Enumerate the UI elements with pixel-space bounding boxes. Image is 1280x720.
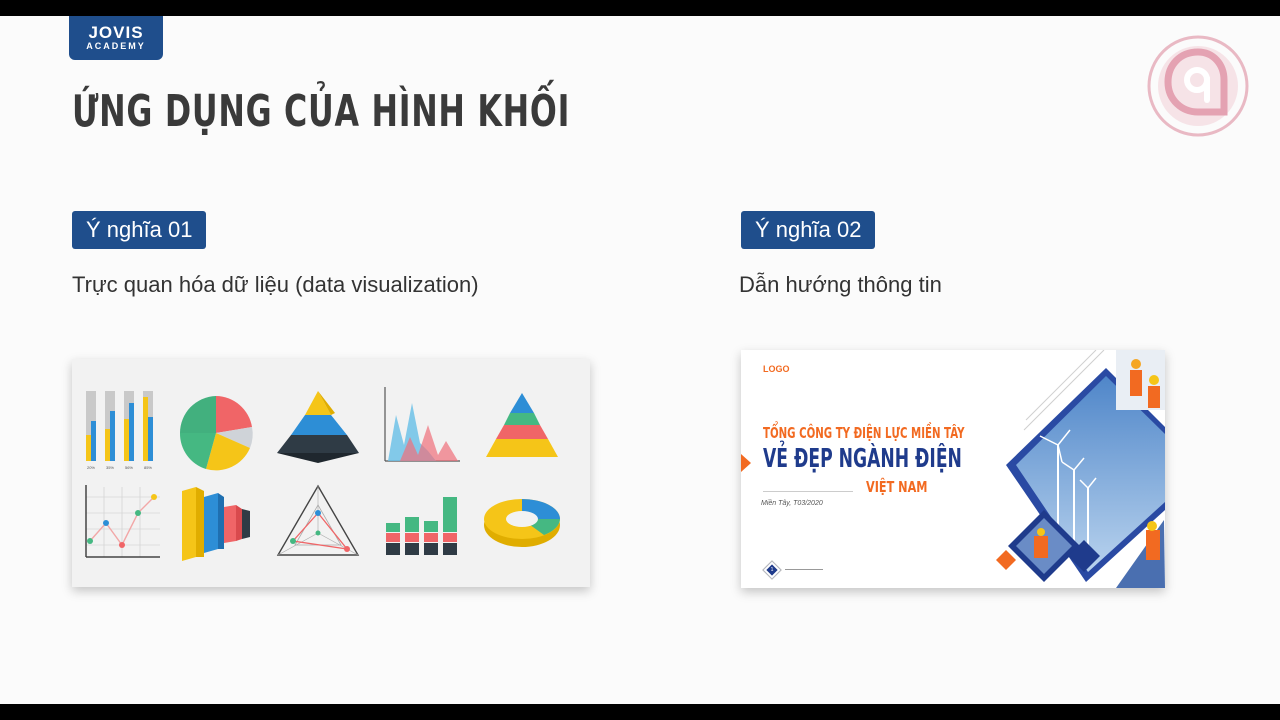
mini-heading-3: VIỆT NAM — [866, 478, 928, 496]
badge-meaning-02: Ý nghĩa 02 — [741, 211, 876, 249]
orange-arrow-icon — [741, 454, 751, 472]
wind-turbine-photo-collage — [996, 350, 1165, 588]
bar-label: 35% — [106, 465, 114, 470]
bar-label: 85% — [144, 465, 152, 470]
description-02: Dẫn hướng thông tin — [739, 272, 942, 297]
radar-chart-icon — [276, 484, 360, 556]
slide: JOVIS ACADEMY ỨNG DỤNG CỦA HÌNH KHỐI Ý n… — [0, 16, 1280, 704]
slide-title: ỨNG DỤNG CỦA HÌNH KHỐI — [72, 86, 571, 137]
brand-line-1: JOVIS — [88, 23, 144, 42]
brand-line-2: ACADEMY — [86, 41, 146, 51]
g-logo-icon — [1147, 35, 1249, 137]
bar-chart-icon: 20% 35% 56% 85% — [86, 391, 153, 470]
data-visualization-illustration: 20% 35% 56% 85% — [72, 359, 590, 587]
pyramid-3d-icon — [277, 391, 359, 463]
mini-logo-text: LOGO — [763, 364, 790, 374]
cover-slide-example: LOGO TỔNG CÔNG TY ĐIỆN LỰC MIỀN TÂY VẺ Đ… — [741, 350, 1165, 588]
badge-meaning-01: Ý nghĩa 01 — [72, 211, 207, 249]
donut-3d-icon — [484, 499, 560, 547]
bar-label: 20% — [87, 465, 95, 470]
mini-divider — [763, 491, 853, 492]
page-number: 1 — [770, 567, 774, 573]
stacked-bar-icon — [386, 497, 457, 555]
description-01: Trực quan hóa dữ liệu (data visualizatio… — [72, 272, 479, 297]
pie-chart-icon — [179, 396, 253, 471]
jovis-academy-logo: JOVIS ACADEMY — [69, 16, 163, 60]
mini-date: Miền Tây, T03/2020 — [761, 500, 823, 507]
mini-heading-1: TỔNG CÔNG TY ĐIỆN LỰC MIỀN TÂY — [763, 424, 965, 442]
bar-3d-icon — [182, 487, 250, 561]
page-number-marker: 1 — [763, 561, 781, 579]
line-graph-icon — [85, 485, 160, 558]
layered-triangle-icon — [486, 393, 558, 457]
bar-label: 56% — [125, 465, 133, 470]
area-chart-icon — [384, 387, 460, 462]
mini-heading-2: VẺ ĐẸP NGÀNH ĐIỆN — [763, 444, 962, 474]
page-line — [785, 569, 823, 570]
